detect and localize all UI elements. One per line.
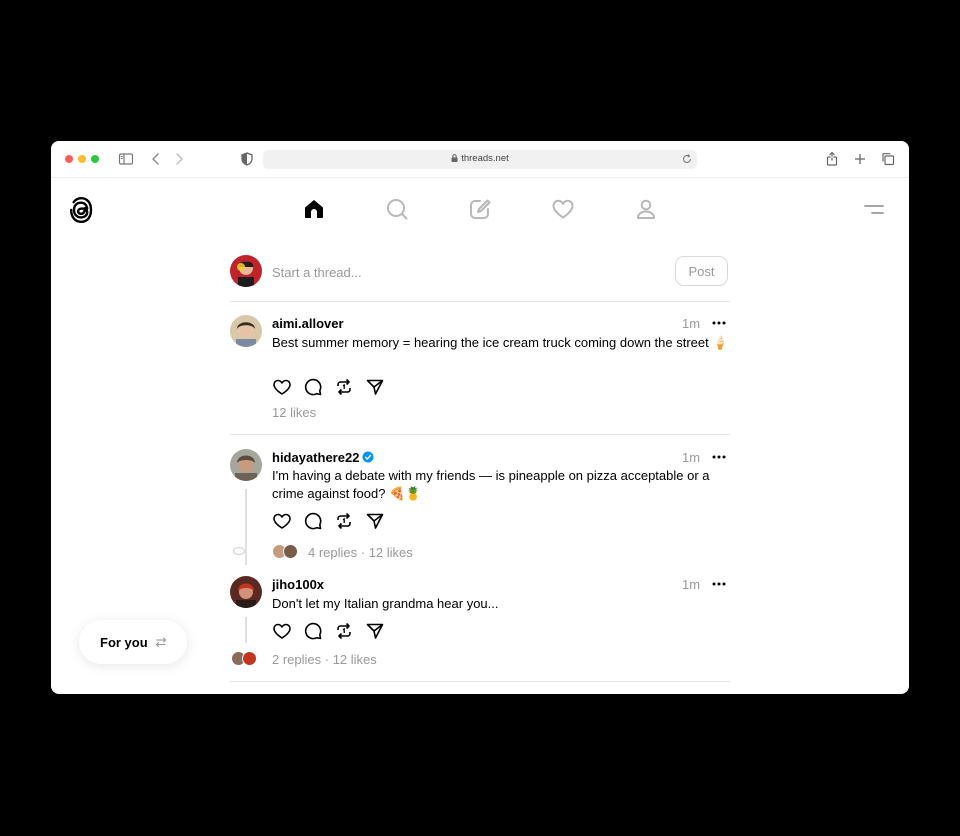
post-avatar[interactable] xyxy=(230,576,262,608)
home-icon[interactable] xyxy=(302,197,326,221)
post-stats[interactable]: 4 replies · 12 likes xyxy=(308,545,413,560)
swap-arrows-icon xyxy=(155,637,167,648)
post-stats[interactable]: 2 replies · 12 likes xyxy=(272,652,377,667)
sidebar-toggle-icon[interactable] xyxy=(118,151,134,167)
activity-heart-icon[interactable] xyxy=(551,197,575,221)
more-options-icon[interactable] xyxy=(712,321,726,325)
profile-icon[interactable] xyxy=(634,197,658,221)
divider xyxy=(230,301,730,302)
thread-loop-icon xyxy=(232,546,246,556)
post-timestamp: 1m xyxy=(682,316,701,331)
post-username[interactable]: aimi.allover xyxy=(272,316,344,331)
share-icon[interactable] xyxy=(365,377,385,397)
reply-avatars xyxy=(231,651,263,667)
like-icon[interactable] xyxy=(272,511,292,531)
privacy-shield-icon[interactable] xyxy=(239,151,255,167)
reload-icon[interactable] xyxy=(681,153,693,165)
repost-icon[interactable] xyxy=(334,511,354,531)
browser-window: threads.net Start a thread... Post aimi.… xyxy=(51,141,909,694)
reply-avatars xyxy=(272,544,304,560)
share-icon[interactable] xyxy=(365,511,385,531)
like-icon[interactable] xyxy=(272,621,292,641)
composer-avatar[interactable] xyxy=(230,255,262,287)
threads-logo-icon[interactable] xyxy=(68,196,94,224)
address-bar[interactable]: threads.net xyxy=(263,150,697,169)
verified-badge-icon xyxy=(362,451,374,463)
repost-icon[interactable] xyxy=(334,621,354,641)
compose-icon[interactable] xyxy=(468,197,492,221)
post-stats[interactable]: 12 likes xyxy=(272,405,316,420)
post-button[interactable]: Post xyxy=(675,256,728,286)
post-avatar[interactable] xyxy=(230,315,262,347)
share-icon[interactable] xyxy=(824,151,840,167)
menu-icon[interactable] xyxy=(863,201,885,217)
address-bar-text: threads.net xyxy=(263,153,697,164)
post-username[interactable]: hidayathere22 xyxy=(272,450,359,465)
post-username[interactable]: jiho100x xyxy=(272,577,324,592)
post-text: I'm having a debate with my friends — is… xyxy=(272,468,710,501)
start-thread-input[interactable]: Start a thread... xyxy=(272,265,362,280)
minimize-window-button[interactable] xyxy=(78,155,86,163)
close-window-button[interactable] xyxy=(65,155,73,163)
search-icon[interactable] xyxy=(385,197,409,221)
feed-switcher-label: For you xyxy=(100,635,148,650)
new-tab-icon[interactable] xyxy=(852,151,868,167)
tab-overview-icon[interactable] xyxy=(880,151,896,167)
forward-icon[interactable] xyxy=(171,151,187,167)
reply-avatar xyxy=(242,651,257,666)
post-avatar[interactable] xyxy=(230,449,262,481)
post-text: Best summer memory = hearing the ice cre… xyxy=(272,335,729,350)
post-text: Don't let my Italian grandma hear you... xyxy=(272,596,499,611)
like-icon[interactable] xyxy=(272,377,292,397)
share-icon[interactable] xyxy=(365,621,385,641)
divider xyxy=(230,434,730,435)
maximize-window-button[interactable] xyxy=(91,155,99,163)
thread-line xyxy=(245,617,247,643)
reply-icon[interactable] xyxy=(303,621,323,641)
lock-icon xyxy=(451,154,458,162)
device-frame: threads.net Start a thread... Post aimi.… xyxy=(0,0,960,836)
repost-icon[interactable] xyxy=(334,377,354,397)
more-options-icon[interactable] xyxy=(712,455,726,459)
browser-toolbar: threads.net xyxy=(51,141,909,178)
post-timestamp: 1m xyxy=(682,577,701,592)
url: threads.net xyxy=(461,153,509,164)
reply-avatar xyxy=(283,544,298,559)
back-icon[interactable] xyxy=(148,151,164,167)
reply-icon[interactable] xyxy=(303,377,323,397)
feed-switcher-button[interactable]: For you xyxy=(79,620,187,664)
reply-icon[interactable] xyxy=(303,511,323,531)
divider xyxy=(230,681,730,682)
more-options-icon[interactable] xyxy=(712,582,726,586)
post-timestamp: 1m xyxy=(682,450,701,465)
